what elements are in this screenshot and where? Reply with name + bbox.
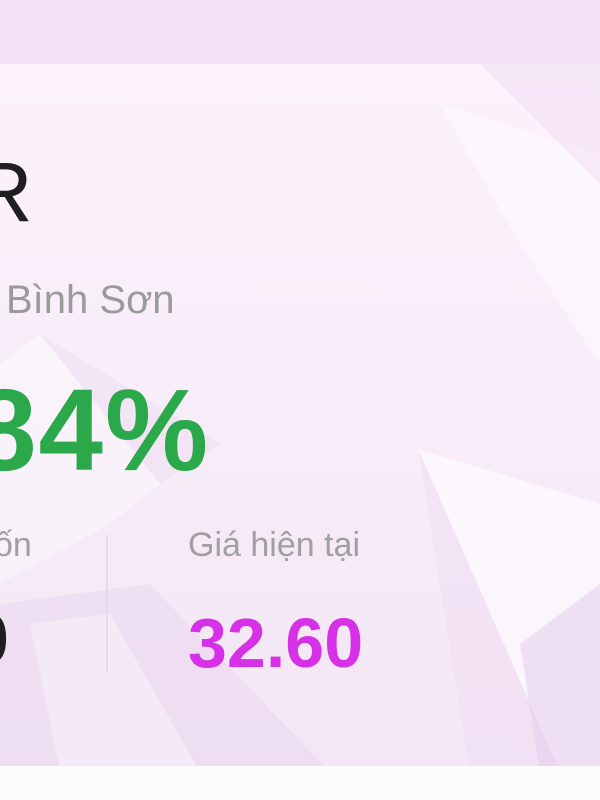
stock-ticker: R bbox=[0, 145, 33, 239]
cost-price-value: 0 bbox=[0, 604, 9, 674]
cost-price-label: ốn bbox=[0, 526, 32, 564]
top-header-band bbox=[0, 0, 600, 64]
bottom-band bbox=[0, 766, 600, 800]
app-viewport: R Bình Sơn 84% ốn 0 Giá hiện tại 32.60 bbox=[0, 0, 600, 800]
current-price-label: Giá hiện tại bbox=[188, 526, 360, 564]
change-percent: 84% bbox=[0, 365, 211, 495]
current-price-value: 32.60 bbox=[188, 604, 364, 682]
stat-divider bbox=[106, 535, 108, 673]
company-name: Bình Sơn bbox=[6, 278, 175, 322]
